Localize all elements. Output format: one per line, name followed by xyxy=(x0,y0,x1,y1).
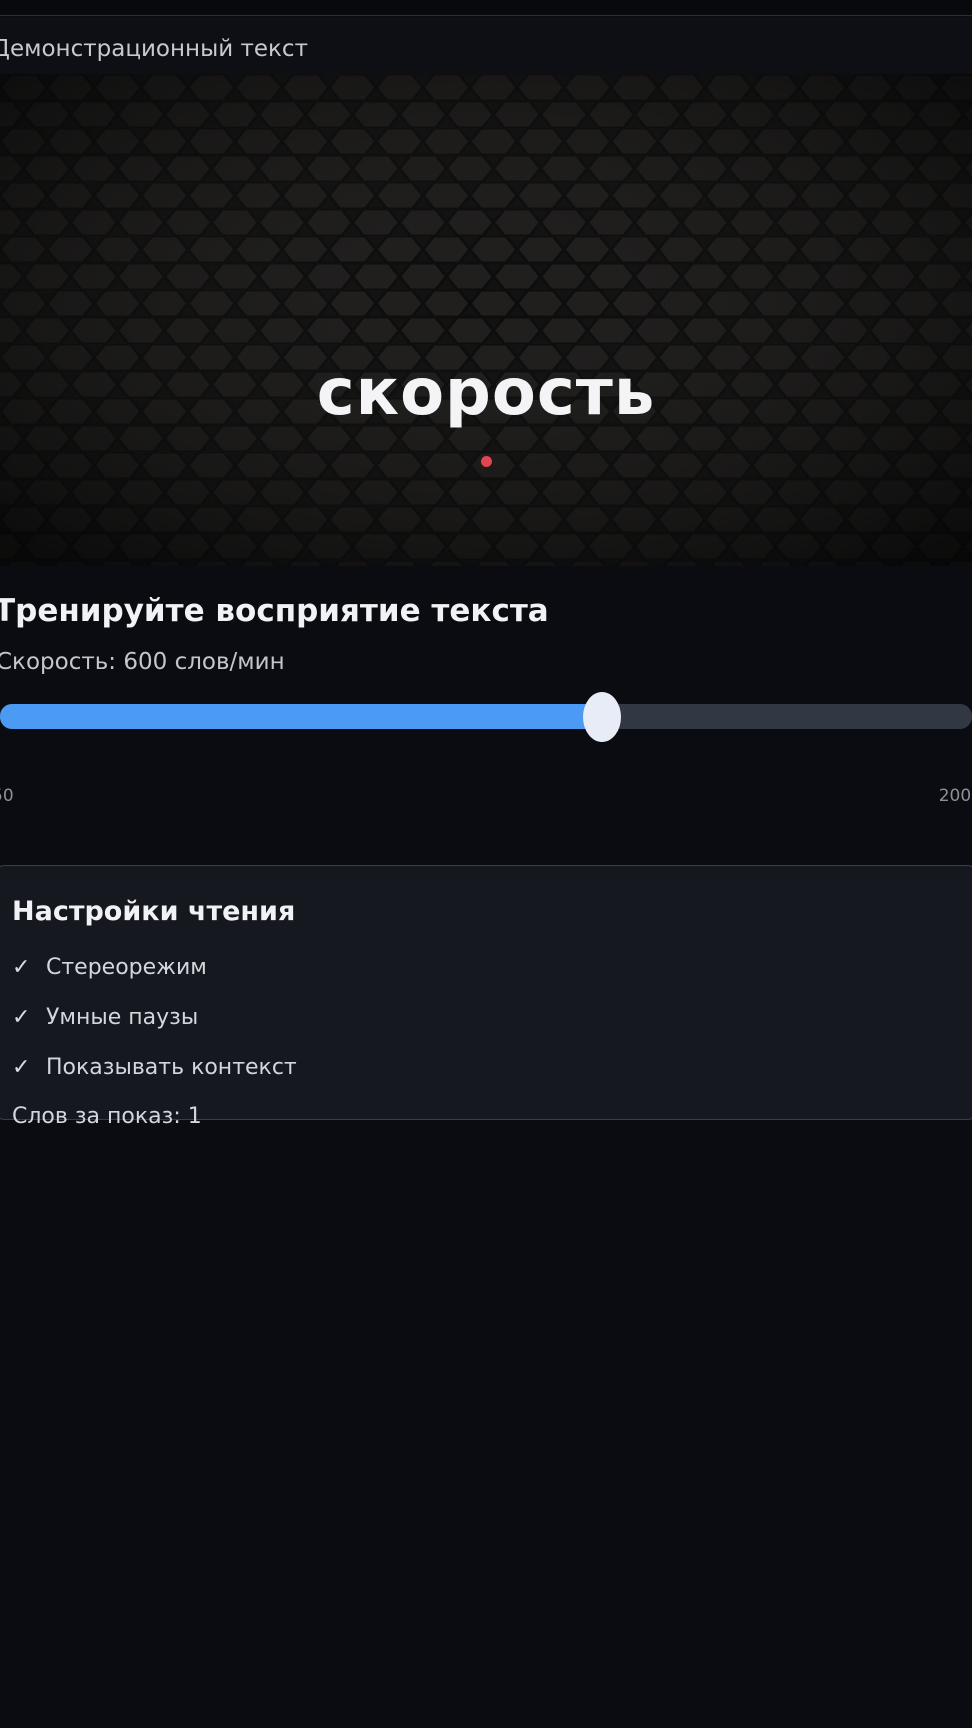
option-label: Умные паузы xyxy=(46,1004,199,1030)
check-icon: ✓ xyxy=(12,1054,31,1080)
check-icon: ✓ xyxy=(12,1004,31,1030)
speed-label: Скорость: 600 слов/мин xyxy=(0,649,285,675)
option-label: Показывать контекст xyxy=(46,1054,297,1080)
speed-slider[interactable] xyxy=(0,692,972,742)
option-show-context[interactable]: ✓ Показывать контекст xyxy=(12,1052,297,1082)
option-stereo-mode[interactable]: ✓ Стереорежим xyxy=(12,952,207,982)
reader-display: скорость xyxy=(0,74,972,566)
app-page: Демонстрационный текст скорость Тренируй… xyxy=(0,0,972,1728)
settings-title: Настройки чтения xyxy=(12,896,296,927)
focus-point xyxy=(481,456,492,467)
top-strip xyxy=(0,0,972,16)
words-per-show[interactable]: Слов за показ: 1 xyxy=(12,1104,202,1129)
slider-max-label: 2000 xyxy=(938,786,972,806)
option-label: Стереорежим xyxy=(46,954,207,980)
hex-pattern-background xyxy=(0,74,972,566)
current-word: скорость xyxy=(316,356,656,430)
slider-min-label: 50 xyxy=(0,786,14,806)
slider-thumb[interactable] xyxy=(583,692,621,742)
page-title: Демонстрационный текст xyxy=(0,36,308,62)
option-smart-pauses[interactable]: ✓ Умные паузы xyxy=(12,1002,198,1032)
training-heading: Тренируйте восприятие текста xyxy=(0,593,549,629)
check-icon: ✓ xyxy=(12,954,31,980)
slider-fill xyxy=(0,704,602,729)
